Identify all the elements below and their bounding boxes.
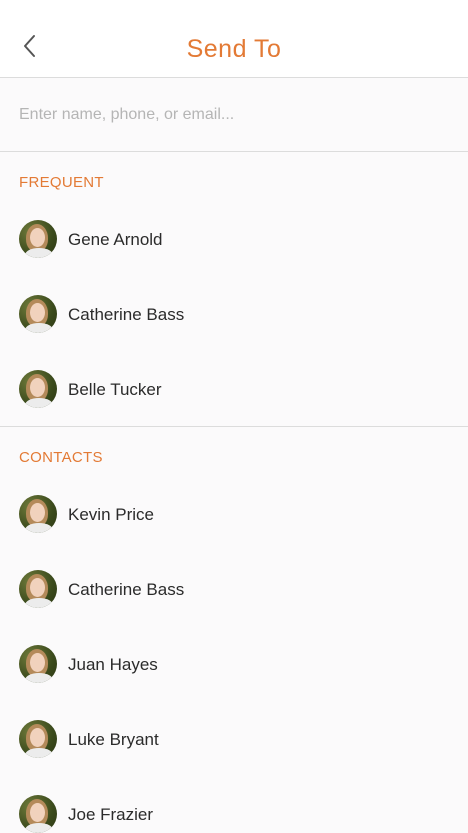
contact-row-joe-frazier[interactable]: Joe Frazier bbox=[0, 757, 468, 833]
contact-name: Juan Hayes bbox=[68, 655, 158, 674]
avatar bbox=[19, 570, 57, 608]
top-app-bar: Send To bbox=[0, 0, 468, 78]
frequent-section-header: FREQUENT bbox=[19, 174, 104, 191]
contact-name: Belle Tucker bbox=[68, 380, 162, 399]
search-bar bbox=[0, 78, 468, 152]
contact-row-catherine-bass-2[interactable]: Catherine Bass bbox=[0, 552, 468, 627]
contact-name: Catherine Bass bbox=[68, 580, 185, 599]
avatar bbox=[19, 795, 57, 833]
contact-name: Kevin Price bbox=[68, 505, 154, 524]
section-divider bbox=[0, 426, 468, 427]
contact-row-belle-tucker[interactable]: Belle Tucker bbox=[0, 352, 468, 427]
contact-name: Gene Arnold bbox=[68, 230, 163, 249]
contact-row-kevin-price[interactable]: Kevin Price bbox=[0, 477, 468, 552]
avatar bbox=[19, 495, 57, 533]
contact-name: Joe Frazier bbox=[68, 805, 154, 824]
avatar bbox=[19, 720, 57, 758]
contact-row-catherine-bass[interactable]: Catherine Bass bbox=[0, 277, 468, 352]
recipient-search-input[interactable] bbox=[19, 102, 439, 128]
contact-row-juan-hayes[interactable]: Juan Hayes bbox=[0, 627, 468, 702]
contact-name: Catherine Bass bbox=[68, 305, 185, 324]
avatar bbox=[19, 295, 57, 333]
avatar bbox=[19, 370, 57, 408]
contact-name: Luke Bryant bbox=[68, 730, 159, 749]
avatar bbox=[19, 645, 57, 683]
contacts-section-header: CONTACTS bbox=[19, 449, 103, 466]
page-title: Send To bbox=[186, 35, 282, 63]
avatar bbox=[19, 220, 57, 258]
contact-row-gene-arnold[interactable]: Gene Arnold bbox=[0, 202, 468, 277]
